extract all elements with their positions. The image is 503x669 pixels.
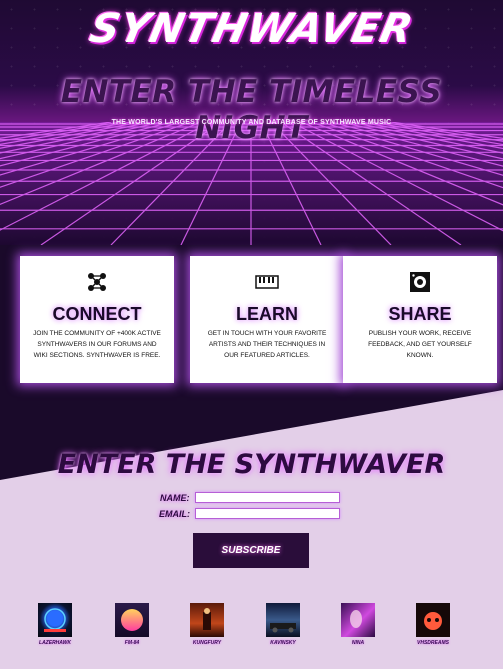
email-input[interactable] bbox=[195, 508, 340, 519]
name-input[interactable] bbox=[195, 492, 340, 503]
card-connect[interactable]: CONNECT JOIN THE COMMUNITY OF +400K ACTI… bbox=[20, 256, 174, 383]
hero-tagline: ENTER THE TIMELESS NIGHT bbox=[60, 74, 443, 146]
network-icon bbox=[20, 270, 174, 294]
artist-thumb-nina[interactable] bbox=[341, 603, 375, 637]
card-learn[interactable]: LEARN GET IN TOUCH WITH YOUR FAVORITE AR… bbox=[190, 256, 344, 383]
card-share[interactable]: SHARE PUBLISH YOUR WORK, RECEIVE FEEDBAC… bbox=[343, 256, 497, 383]
keyboard-icon bbox=[190, 270, 344, 294]
name-label: NAME: bbox=[160, 493, 190, 503]
artist-name[interactable]: LAZERHAWK bbox=[25, 640, 85, 646]
card-text: GET IN TOUCH WITH YOUR FAVORITE ARTISTS … bbox=[207, 330, 327, 359]
artist-name[interactable]: KUNGFURY bbox=[177, 640, 237, 646]
site-logo[interactable]: SYNTHWAVER bbox=[0, 6, 503, 52]
card-title: CONNECT bbox=[52, 304, 142, 324]
artist-name[interactable]: VHSDREAMS bbox=[403, 640, 463, 646]
hero-banner: SYNTHWAVER ENTER THE TIMELESS NIGHT THE … bbox=[0, 0, 503, 245]
artist-name[interactable]: KAVINSKY bbox=[253, 640, 313, 646]
artist-thumb-lazerhawk[interactable] bbox=[38, 603, 72, 637]
artist-thumb-kungfury[interactable] bbox=[190, 603, 224, 637]
card-title: SHARE bbox=[388, 304, 452, 324]
email-label: EMAIL: bbox=[159, 509, 190, 519]
hero-subtagline: THE WORLD'S LARGEST COMMUNITY AND DATABA… bbox=[111, 119, 392, 126]
artist-thumb-fm84[interactable] bbox=[115, 603, 149, 637]
subscribe-button[interactable]: SUBSCRIBE bbox=[193, 533, 309, 568]
speaker-icon bbox=[343, 270, 497, 294]
signup-title: ENTER THE SYNTHWAVER bbox=[57, 449, 446, 480]
artist-name[interactable]: FM-84 bbox=[102, 640, 162, 646]
artist-name[interactable]: NINA bbox=[328, 640, 388, 646]
artist-thumb-kavinsky[interactable] bbox=[266, 603, 300, 637]
artist-thumb-vhsdreams[interactable] bbox=[416, 603, 450, 637]
card-title: LEARN bbox=[236, 304, 298, 324]
card-text: PUBLISH YOUR WORK, RECEIVE FEEDBACK, AND… bbox=[368, 330, 472, 359]
card-text: JOIN THE COMMUNITY OF +400K ACTIVE SYNTH… bbox=[33, 330, 161, 359]
